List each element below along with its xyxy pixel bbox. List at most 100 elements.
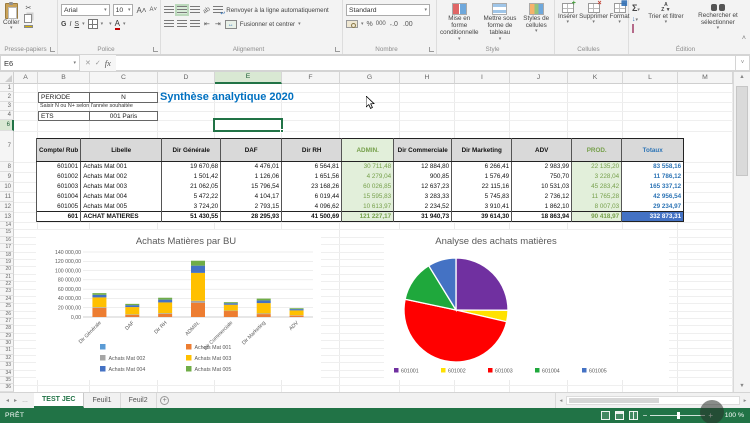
table-cell[interactable]: 10 531,03 [512, 182, 572, 192]
align-center-button[interactable] [177, 20, 187, 28]
decrease-font-button[interactable]: A˅ [149, 7, 157, 13]
row-header-31[interactable]: 31 [0, 347, 14, 354]
row-header-14[interactable]: 14 [0, 222, 14, 229]
table-cell[interactable]: 11 765,28 [572, 192, 622, 202]
merge-center-button[interactable]: Fusionner et centrer [240, 21, 295, 28]
periode-label-cell[interactable]: PERIODE [38, 92, 90, 103]
table-cell[interactable]: 601001 [37, 162, 81, 172]
delete-cells-button[interactable]: × Supprimer▾ [581, 3, 607, 43]
row-header-26[interactable]: 26 [0, 311, 14, 318]
row-header-6[interactable]: 6 [0, 120, 14, 131]
column-header-B[interactable]: B [38, 72, 90, 84]
clear-button[interactable] [632, 25, 640, 32]
scroll-right-icon[interactable]: ▸ [740, 398, 750, 404]
row-header-29[interactable]: 29 [0, 333, 14, 340]
borders-button[interactable] [88, 19, 98, 29]
bold-button[interactable]: G [61, 21, 66, 28]
row-header-36[interactable]: 36 [0, 384, 14, 391]
table-cell[interactable]: Achats Mat 001 [81, 162, 162, 172]
accounting-format-button[interactable] [346, 20, 358, 28]
table-cell[interactable]: 1 651,56 [282, 172, 342, 182]
table-cell[interactable]: 2 736,12 [512, 192, 572, 202]
table-cell[interactable]: 3 228,04 [572, 172, 622, 182]
column-header-D[interactable]: D [158, 72, 215, 84]
sheet-tab-feuil1[interactable]: Feuil1 [84, 393, 120, 408]
table-total-cell[interactable]: 18 863,94 [512, 212, 572, 222]
table-cell[interactable]: 4 104,17 [221, 192, 282, 202]
table-cell[interactable]: 750,70 [512, 172, 572, 182]
horizontal-scroll-thumb[interactable] [569, 398, 659, 403]
table-cell[interactable]: 42 956,54 [622, 192, 684, 202]
table-cell[interactable]: 10 613,97 [342, 202, 394, 212]
table-cell[interactable]: Achats Mat 003 [81, 182, 162, 192]
table-cell[interactable]: 900,85 [394, 172, 452, 182]
column-header-M[interactable]: M [678, 72, 733, 84]
font-name-select[interactable]: Arial▾ [61, 4, 110, 16]
more-sheets-button[interactable]: … [22, 398, 28, 404]
bar-chart[interactable]: Achats Matières par BU0,0020 000,0040 00… [36, 230, 321, 380]
table-cell[interactable]: 601004 [37, 192, 81, 202]
column-header-H[interactable]: H [400, 72, 455, 84]
table-total-cell[interactable]: 39 614,30 [452, 212, 512, 222]
table-cell[interactable]: 19 670,68 [162, 162, 221, 172]
table-cell[interactable]: 2 234,52 [394, 202, 452, 212]
table-cell[interactable]: Achats Mat 004 [81, 192, 162, 202]
table-cell[interactable]: 15 595,83 [342, 192, 394, 202]
conditional-formatting-button[interactable]: Mise en forme conditionnelle▾ [440, 3, 479, 43]
table-cell[interactable]: 1 501,42 [162, 172, 221, 182]
zoom-handle[interactable] [677, 412, 680, 419]
table-cell[interactable]: 6 019,44 [282, 192, 342, 202]
table-total-cell[interactable]: 90 418,97 [572, 212, 622, 222]
row-header-27[interactable]: 27 [0, 318, 14, 325]
select-all-corner[interactable] [0, 72, 14, 84]
row-header-25[interactable]: 25 [0, 303, 14, 310]
row-header-3[interactable]: 3 [0, 102, 14, 111]
row-header-22[interactable]: 22 [0, 281, 14, 288]
table-total-cell[interactable]: 51 430,55 [162, 212, 221, 222]
column-header-I[interactable]: I [455, 72, 510, 84]
paste-button[interactable]: Coller ▾ [3, 3, 19, 32]
vertical-scrollbar[interactable]: ▲ ▼ [733, 72, 750, 392]
scroll-up-icon[interactable]: ▲ [734, 72, 750, 83]
increase-indent-button[interactable]: ⇥ [214, 21, 222, 28]
copy-button[interactable] [24, 14, 32, 23]
column-header-E[interactable]: E [215, 72, 282, 84]
table-cell[interactable]: 601005 [37, 202, 81, 212]
row-header-33[interactable]: 33 [0, 362, 14, 369]
row-header-15[interactable]: 15 [0, 229, 14, 236]
row-header-1[interactable]: 1 [0, 84, 14, 92]
column-header-G[interactable]: G [340, 72, 400, 84]
row-header-28[interactable]: 28 [0, 325, 14, 332]
insert-cells-button[interactable]: + Insérer▾ [558, 3, 578, 43]
table-cell[interactable]: 45 283,42 [572, 182, 622, 192]
row-header-17[interactable]: 17 [0, 244, 14, 251]
next-sheet-button[interactable]: ▸ [14, 397, 17, 404]
align-bottom-button[interactable] [190, 6, 200, 14]
ets-value-cell[interactable]: 001 Paris [90, 111, 158, 121]
insert-function-button[interactable]: fx [105, 58, 111, 68]
row-header-20[interactable]: 20 [0, 266, 14, 273]
table-cell[interactable]: 60 026,85 [342, 182, 394, 192]
fill-handle[interactable] [280, 129, 284, 133]
percent-style-button[interactable]: % [367, 21, 373, 28]
decrease-decimal-button[interactable]: .00 [402, 21, 414, 28]
scroll-left-icon[interactable]: ◂ [556, 398, 566, 404]
table-cell[interactable]: 30 711,48 [342, 162, 394, 172]
increase-decimal-button[interactable]: ˖.0 [389, 21, 399, 28]
table-total-cell[interactable]: 121 227,17 [342, 212, 394, 222]
table-cell[interactable]: 4 476,01 [221, 162, 282, 172]
row-header-10[interactable]: 10 [0, 182, 14, 192]
row-header-7[interactable]: 7 [0, 131, 14, 162]
fill-button[interactable]: ↓▾ [632, 16, 640, 23]
table-cell[interactable]: 6 266,41 [452, 162, 512, 172]
table-cell[interactable]: 22 135,20 [572, 162, 622, 172]
orientation-button[interactable]: ab [202, 5, 212, 15]
table-total-cell[interactable]: 332 873,31 [622, 212, 684, 222]
increase-font-button[interactable]: A˄ [136, 6, 146, 15]
new-sheet-button[interactable]: + [157, 393, 173, 408]
table-cell[interactable]: 1 576,49 [452, 172, 512, 182]
table-cell[interactable]: 165 337,12 [622, 182, 684, 192]
table-total-cell[interactable]: 601 [37, 212, 81, 222]
format-painter-button[interactable] [24, 25, 33, 28]
row-header-21[interactable]: 21 [0, 274, 14, 281]
